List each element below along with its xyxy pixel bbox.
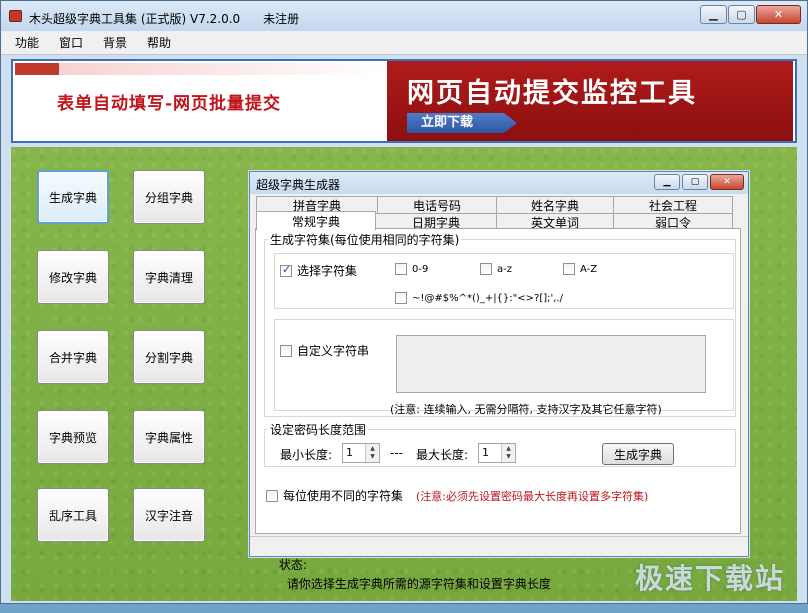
per-position-note: (注意:必须先设置密码最大长度再设置多字符集) (416, 490, 649, 503)
menu-help[interactable]: 帮助 (147, 34, 171, 51)
max-length-stepper[interactable]: 1 ▲ ▼ (478, 443, 516, 463)
main-window: 木头超级字典工具集 (正式版) V7.2.0.0 未注册 ▁ ▢ ✕ 功能 窗口… (0, 0, 808, 604)
max-length-label: 最大长度: (416, 448, 469, 462)
charset-upper-checkbox[interactable]: A-Z (563, 263, 597, 275)
window-title: 木头超级字典工具集 (正式版) V7.2.0.0 未注册 (29, 12, 300, 26)
clean-dict-button[interactable]: 字典清理 (133, 250, 205, 304)
custom-string-checkbox[interactable]: 自定义字符串 (280, 342, 369, 359)
charset-symbols-label: ~!@#$%^*()_+|{}:"<>?[];',./ (412, 292, 563, 304)
checkbox-icon (266, 489, 278, 502)
max-length-value: 1 (482, 446, 489, 459)
minimize-button[interactable]: ▁ (700, 5, 727, 24)
range-separator: --- (390, 446, 403, 460)
app-icon (9, 10, 22, 22)
banner-right: 网页自动提交监控工具 立即下载 (387, 61, 793, 141)
close-button[interactable]: ✕ (756, 5, 801, 24)
dict-properties-button[interactable]: 字典属性 (133, 410, 205, 464)
charset-group-label: 生成字符集(每位使用相同的字符集) (268, 231, 462, 248)
dialog-close-button[interactable]: ✕ (710, 174, 744, 190)
stepper-arrows-icon[interactable]: ▲ ▼ (501, 444, 515, 462)
menu-window[interactable]: 窗口 (59, 34, 83, 51)
length-group-label: 设定密码长度范围 (268, 421, 369, 438)
min-length-label: 最小长度: (280, 448, 333, 462)
custom-string-input[interactable] (396, 335, 706, 393)
charset-digits-checkbox[interactable]: 0-9 (395, 263, 428, 275)
checkbox-icon (563, 263, 575, 275)
banner-left: 表单自动填写-网页批量提交 (13, 61, 385, 141)
banner-right-text: 网页自动提交监控工具 (407, 78, 697, 109)
charset-lower-label: a-z (497, 263, 512, 275)
per-position-charset-checkbox[interactable]: 每位使用不同的字符集 (266, 487, 403, 504)
merge-dict-button[interactable]: 合并字典 (37, 330, 109, 384)
select-charset-label: 选择字符集 (297, 264, 358, 278)
title-bar[interactable]: 木头超级字典工具集 (正式版) V7.2.0.0 未注册 ▁ ▢ ✕ (1, 1, 807, 31)
banner-left-text: 表单自动填写-网页批量提交 (57, 94, 282, 114)
checkbox-checked-icon (280, 263, 292, 277)
watermark: 极速下载站 (635, 562, 786, 595)
dict-generator-dialog: 超级字典生成器 ▁ ▢ ✕ 拼音字典 电话号码 姓名字典 社会工程 常规字典 日… (249, 171, 749, 591)
min-length-value: 1 (346, 446, 353, 459)
custom-string-label: 自定义字符串 (297, 344, 370, 358)
split-dict-button[interactable]: 分割字典 (133, 330, 205, 384)
regular-dict-panel: 生成字符集(每位使用相同的字符集) 选择字符集 0-9 a-z A-Z ~!@#… (255, 228, 741, 534)
dialog-controls: ▁ ▢ ✕ (652, 174, 744, 190)
menu-function[interactable]: 功能 (15, 34, 39, 51)
dialog-minimize-button[interactable]: ▁ (654, 174, 680, 190)
per-position-charset-label: 每位使用不同的字符集 (283, 489, 404, 503)
min-length-stepper[interactable]: 1 ▲ ▼ (342, 443, 380, 463)
generate-dict-button[interactable]: 生成字典 (37, 170, 109, 224)
banner-download-button[interactable]: 立即下载 (407, 113, 517, 133)
tab-social-engineering[interactable]: 社会工程 (613, 196, 733, 213)
dialog-maximize-button[interactable]: ▢ (682, 174, 708, 190)
checkbox-icon (395, 263, 407, 275)
menu-background[interactable]: 背景 (103, 34, 127, 51)
window-controls: ▁ ▢ ✕ (699, 5, 801, 24)
status-bar: 状态: 请你选择生成字典所需的源字符集和设置字典长度 (250, 536, 748, 591)
ad-banner[interactable]: 表单自动填写-网页批量提交 网页自动提交监控工具 立即下载 (11, 59, 797, 143)
maximize-button[interactable]: ▢ (728, 5, 755, 24)
charset-digits-label: 0-9 (412, 263, 429, 275)
status-label: 状态: (278, 558, 307, 572)
generate-dict-confirm-button[interactable]: 生成字典 (602, 443, 674, 465)
tab-phone-number[interactable]: 电话号码 (377, 196, 497, 213)
tab-name-dict[interactable]: 姓名字典 (496, 196, 614, 213)
stepper-arrows-icon[interactable]: ▲ ▼ (365, 444, 379, 462)
select-charset-checkbox[interactable]: 选择字符集 (280, 262, 357, 279)
pinyin-annotate-button[interactable]: 汉字注音 (133, 488, 205, 542)
banner-stripe (59, 63, 385, 75)
checkbox-icon (395, 292, 407, 304)
modify-dict-button[interactable]: 修改字典 (37, 250, 109, 304)
charset-symbols-checkbox[interactable]: ~!@#$%^*()_+|{}:"<>?[];',./ (395, 292, 563, 304)
menu-bar: 功能 窗口 背景 帮助 (1, 31, 807, 55)
tab-regular-dict[interactable]: 常规字典 (256, 211, 376, 230)
preview-dict-button[interactable]: 字典预览 (37, 410, 109, 464)
dialog-title: 超级字典生成器 (256, 178, 341, 192)
checkbox-icon (480, 263, 492, 275)
charset-lower-checkbox[interactable]: a-z (480, 263, 512, 275)
custom-string-note: (注意: 连续输入, 无需分隔符, 支持汉字及其它任意字符) (390, 403, 662, 416)
status-text: 请你选择生成字典所需的源字符集和设置字典长度 (286, 577, 551, 591)
checkbox-icon (280, 344, 292, 357)
banner-logo (15, 63, 59, 75)
shuffle-tool-button[interactable]: 乱序工具 (37, 488, 109, 542)
dialog-title-bar[interactable]: 超级字典生成器 ▁ ▢ ✕ (250, 172, 748, 194)
group-dict-button[interactable]: 分组字典 (133, 170, 205, 224)
charset-upper-label: A-Z (580, 263, 598, 275)
